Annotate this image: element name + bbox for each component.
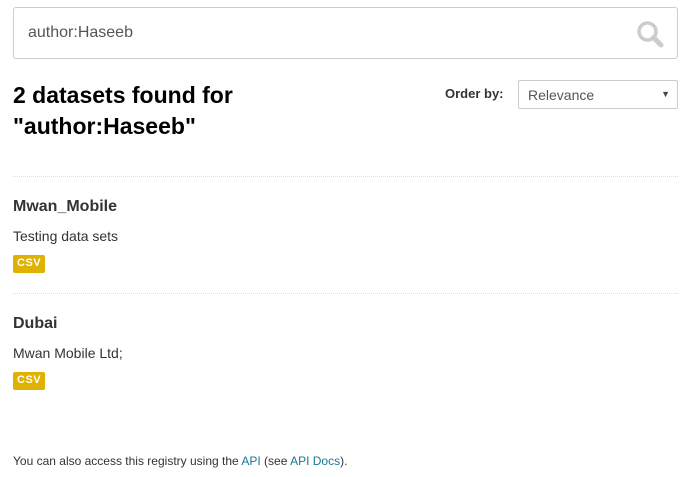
search-icon — [637, 21, 664, 48]
format-badge-csv[interactable]: CSV — [13, 255, 46, 273]
search-box — [13, 7, 678, 59]
dataset-title-link[interactable]: Dubai — [13, 315, 57, 333]
results-heading-line1: 2 datasets found for — [13, 82, 233, 108]
api-link[interactable]: API — [241, 454, 260, 468]
api-note-text: (see — [260, 454, 291, 468]
results-heading: 2 datasets found for "author:Haseeb" — [13, 80, 343, 142]
divider — [13, 293, 678, 294]
api-note-text: ). — [340, 454, 348, 468]
divider — [13, 176, 678, 177]
format-badge-csv[interactable]: CSV — [13, 372, 46, 390]
dataset-notes: Testing data sets — [13, 228, 119, 244]
dataset-notes: Mwan Mobile Ltd; — [13, 345, 123, 361]
api-note: You can also access this registry using … — [13, 454, 347, 468]
search-input[interactable] — [28, 20, 628, 46]
order-by-selected: Relevance — [528, 87, 595, 103]
order-by-label: Order by: — [445, 86, 504, 101]
dropdown-caret-icon: ▼ — [661, 89, 670, 99]
dataset-title-link[interactable]: Mwan_Mobile — [13, 198, 117, 216]
order-by-select[interactable]: Relevance ▼ — [518, 80, 678, 109]
api-note-text: You can also access this registry using … — [13, 454, 242, 468]
api-docs-link[interactable]: API Docs — [290, 454, 340, 468]
results-heading-query: "author:Haseeb" — [13, 113, 196, 139]
search-button[interactable] — [635, 19, 665, 49]
